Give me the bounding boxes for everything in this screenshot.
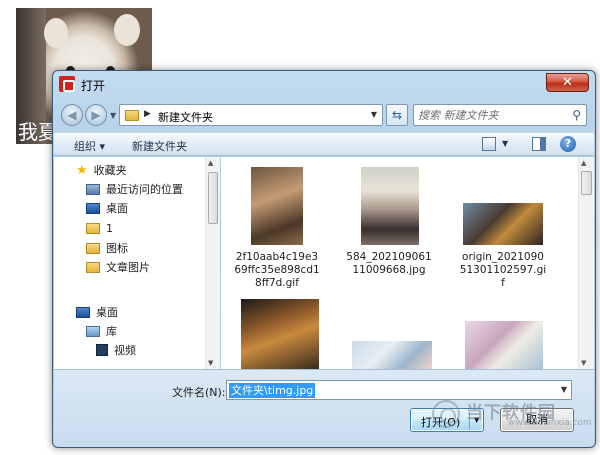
folder-icon (86, 222, 100, 234)
file-thumbnail[interactable] (241, 299, 319, 369)
title-bar[interactable]: 打开 ✕ (53, 71, 595, 97)
navigation-pane: ★ 收藏夹 最近访问的位置 桌面 1 图标 文章图片 桌面 库 视频 ▲ ▼ (54, 157, 220, 369)
watermark: 当下软件园 www.downxia.com (432, 398, 592, 434)
nav-item-doc-images[interactable]: 文章图片 (86, 258, 150, 276)
nav-scrollbar[interactable]: ▲ ▼ (205, 157, 220, 369)
nav-item-folder-1[interactable]: 1 (86, 219, 113, 237)
dog-ear-left (44, 18, 68, 48)
nav-item-video[interactable]: 视频 (96, 341, 136, 359)
filename-dropdown-icon[interactable]: ▼ (561, 385, 567, 394)
nav-item-favorites[interactable]: ★ 收藏夹 (76, 161, 127, 179)
desktop-icon (76, 306, 90, 318)
organize-menu[interactable]: 组织 ▾ (74, 138, 105, 154)
file-list-view: 2f10aab4c19e3 69ffc35e898cd1 8ff7d.gif 5… (221, 157, 594, 369)
search-box[interactable]: ⚲ (413, 104, 587, 126)
filename-input[interactable]: 文件夹\timg.jpg ▼ (226, 380, 572, 400)
file-thumbnail[interactable] (352, 341, 432, 369)
nav-item-recent[interactable]: 最近访问的位置 (86, 180, 183, 198)
refresh-button[interactable]: ⇆ (386, 104, 408, 126)
nav-label: 收藏夹 (93, 164, 127, 177)
address-dropdown-icon[interactable]: ▼ (371, 110, 377, 119)
view-options-icon[interactable] (482, 137, 496, 151)
scrollbar-thumb[interactable] (581, 171, 592, 195)
nav-label: 视频 (114, 344, 136, 357)
file-thumbnail[interactable] (465, 321, 543, 369)
folder-icon (86, 242, 100, 254)
nav-label: 1 (106, 221, 113, 235)
scroll-down-arrow[interactable]: ▼ (208, 359, 213, 367)
watermark-url: www.downxia.com (508, 418, 592, 428)
video-icon (96, 344, 108, 356)
scroll-down-arrow[interactable]: ▼ (581, 359, 586, 367)
library-icon (86, 325, 100, 337)
breadcrumb-separator[interactable]: ▶ (144, 109, 151, 119)
preview-pane-icon[interactable] (532, 137, 546, 151)
close-button[interactable]: ✕ (546, 73, 589, 92)
nav-item-desktop[interactable]: 桌面 (76, 303, 118, 321)
folder-icon (125, 110, 139, 121)
filename-label: 文件名(N): (172, 386, 226, 399)
view-options-dropdown[interactable]: ▼ (502, 139, 508, 148)
app-icon (59, 76, 75, 92)
toolbar: 组织 ▾ 新建文件夹 ▼ ? (54, 132, 594, 156)
filename-value[interactable]: 文件夹\timg.jpg (229, 383, 316, 398)
nav-label: 库 (106, 325, 117, 338)
search-icon[interactable]: ⚲ (572, 108, 581, 122)
star-icon: ★ (76, 162, 88, 178)
open-file-dialog: 打开 ✕ ◀ ▶ ▼ ▶ 新建文件夹 ▼ ⇆ ⚲ 组织 ▾ 新建文件夹 ▼ ? … (52, 70, 596, 448)
nav-label: 桌面 (96, 306, 118, 319)
folder-icon (86, 261, 100, 273)
nav-item-library[interactable]: 库 (86, 322, 117, 340)
scrollbar-thumb[interactable] (208, 172, 218, 224)
dog-ear-right (114, 14, 140, 46)
recent-places-icon (86, 183, 100, 195)
file-name[interactable]: 2f10aab4c19e3 69ffc35e898cd1 8ff7d.gif (229, 251, 325, 290)
recent-locations-dropdown[interactable]: ▼ (110, 111, 116, 120)
watermark-logo-icon (432, 400, 460, 428)
new-folder-button[interactable]: 新建文件夹 (132, 138, 187, 154)
nav-label: 最近访问的位置 (106, 183, 183, 196)
address-bar[interactable]: ▶ 新建文件夹 ▼ (119, 104, 383, 126)
file-name[interactable]: origin_2021090 51301102597.gi f (455, 251, 551, 290)
desktop-icon (86, 202, 100, 214)
search-input[interactable] (418, 108, 566, 123)
nav-label: 文章图片 (106, 261, 150, 274)
scroll-up-arrow[interactable]: ▲ (208, 159, 213, 167)
help-icon[interactable]: ? (560, 136, 576, 152)
file-thumbnail[interactable] (251, 167, 303, 245)
nav-item-icons[interactable]: 图标 (86, 239, 128, 257)
scroll-up-arrow[interactable]: ▲ (581, 159, 586, 167)
dialog-title: 打开 (81, 79, 106, 93)
file-thumbnail[interactable] (463, 203, 543, 245)
nav-label: 图标 (106, 242, 128, 255)
file-view-scrollbar[interactable]: ▲ ▼ (578, 157, 594, 369)
breadcrumb-current-folder[interactable]: 新建文件夹 (158, 109, 213, 125)
file-name[interactable]: 584_202109061 11009668.jpg (341, 251, 437, 277)
file-thumbnail[interactable] (361, 167, 419, 245)
back-button[interactable]: ◀ (61, 104, 83, 126)
nav-item-desktop-favorite[interactable]: 桌面 (86, 199, 128, 217)
forward-button[interactable]: ▶ (85, 104, 107, 126)
nav-label: 桌面 (106, 202, 128, 215)
